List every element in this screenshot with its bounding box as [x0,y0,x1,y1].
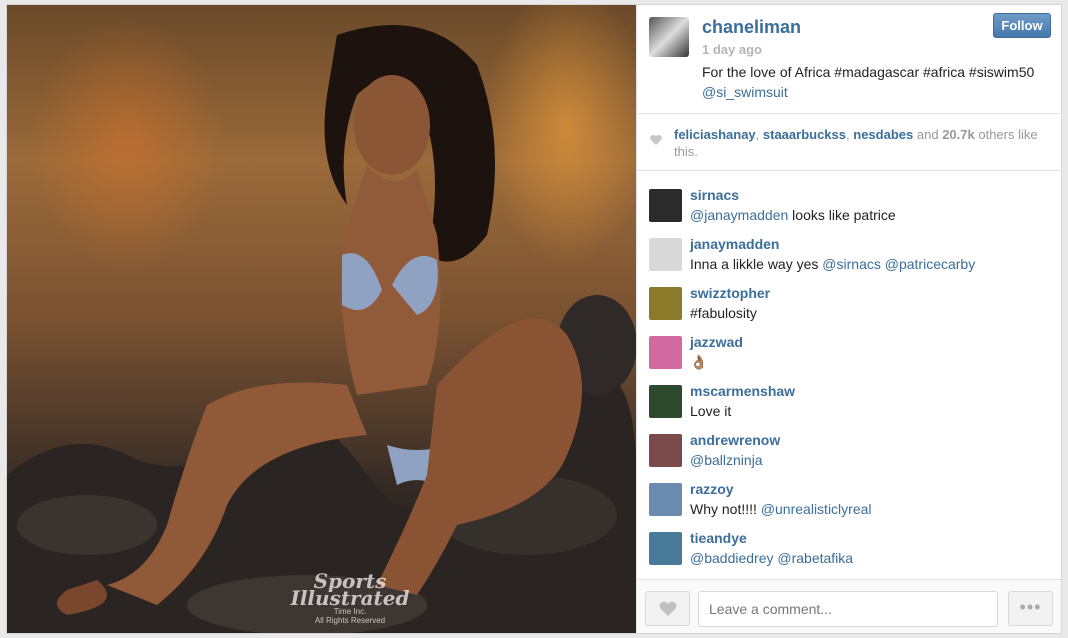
comment-text: Inna a likkle way yes @sirnacs @patricec… [690,256,975,272]
post-timestamp[interactable]: 1 day ago [702,42,762,57]
heart-icon [650,134,662,145]
likes-summary: feliciashanay, staaarbuckss, nesdabes an… [674,127,1038,159]
comment-mention[interactable]: @janaymadden [690,207,788,223]
owner-username[interactable]: chaneliman [702,17,801,38]
comment-text: @ballzninja [690,452,763,468]
comment-input[interactable] [698,591,998,627]
comment-mention[interactable]: @unrealisticlyreal [761,501,872,517]
comment-body: #fabulosity [690,305,757,321]
liker-link[interactable]: feliciashanay [674,127,756,142]
comment-username[interactable]: janaymadden [690,236,779,252]
post-modal: Sports Illustrated Time Inc. All Rights … [6,4,1062,634]
comment-item: andrewrenow @ballzninja [649,432,1049,477]
watermark-brand-line2: Illustrated [290,586,410,610]
heart-icon [659,601,677,617]
comment-item: janaymadden Inna a likkle way yes @sirna… [649,236,1049,281]
post-photo[interactable]: Sports Illustrated Time Inc. All Rights … [7,5,636,633]
comment-item: mscarmenshaw Love it [649,383,1049,428]
comment-mention[interactable]: @baddiedrey @rabetafika [690,550,853,566]
comment-username[interactable]: tieandye [690,530,747,546]
avatar-icon[interactable] [649,434,682,467]
sports-illustrated-watermark: Sports Illustrated Time Inc. All Rights … [275,571,425,625]
comment-body-after: looks like patrice [788,207,896,223]
likes-count[interactable]: 20.7k [942,127,975,142]
comment-username[interactable]: swizztopher [690,285,770,301]
avatar-icon[interactable] [649,238,682,271]
avatar-icon[interactable] [649,287,682,320]
comment-text: #fabulosity [690,305,757,321]
comment-username[interactable]: jazzwad [690,334,743,350]
comment-username[interactable]: sirnacs [690,187,739,203]
photo-illustration [7,25,636,633]
comment-text: @janaymadden looks like patrice [690,207,896,223]
comment-bar: ••• [637,579,1061,633]
more-options-button[interactable]: ••• [1008,591,1053,626]
owner-avatar[interactable] [649,17,689,57]
comment-body: Why not!!!! [690,501,761,517]
likes-section: feliciashanay, staaarbuckss, nesdabes an… [637,113,1061,171]
comment-body: Love it [690,403,732,419]
caption-text: For the love of Africa #madagascar #afri… [702,64,1035,80]
comment-item: tieandye @baddiedrey @rabetafika [649,530,1049,575]
post-caption: For the love of Africa #madagascar #afri… [702,62,1052,102]
comment-body: 👌🏽 [690,354,708,370]
comment-item: sirnacs @janaymadden looks like patrice [649,187,1049,232]
watermark-small-line2: All Rights Reserved [314,616,386,625]
comment-text: 👌🏽 [690,354,707,371]
avatar-icon[interactable] [649,385,682,418]
comment-item: razzoy Why not!!!! @unrealisticlyreal [649,481,1049,526]
comment-text: Love it [690,403,731,419]
comment-username[interactable]: mscarmenshaw [690,383,795,399]
comment-text: Why not!!!! @unrealisticlyreal [690,501,872,517]
comment-username[interactable]: razzoy [690,481,734,497]
comment-text: @baddiedrey @rabetafika [690,550,853,566]
comment-body: Inna a likkle way yes [690,256,823,272]
follow-button[interactable]: Follow [993,13,1051,38]
comment-item: jazzwad 👌🏽 [649,334,1049,379]
comment-mention[interactable]: @ballzninja [690,452,763,468]
avatar-icon[interactable] [649,483,682,516]
comment-mention[interactable]: @sirnacs @patricecarby [822,256,975,272]
comment-username[interactable]: andrewrenow [690,432,780,448]
avatar-icon[interactable] [649,532,682,565]
post-sidebar: chaneliman 1 day ago For the love of Afr… [636,5,1061,633]
comments-list[interactable]: sirnacs @janaymadden looks like patrice … [637,179,1061,577]
liker-link[interactable]: nesdabes [853,127,913,142]
like-button[interactable] [645,591,690,626]
liker-link[interactable]: staaarbuckss [763,127,846,142]
avatar-icon[interactable] [649,336,682,369]
avatar-icon[interactable] [649,189,682,222]
likes-and: and [916,127,939,142]
caption-mention-link[interactable]: @si_swimsuit [702,84,788,100]
comment-item: swizztopher #fabulosity [649,285,1049,330]
